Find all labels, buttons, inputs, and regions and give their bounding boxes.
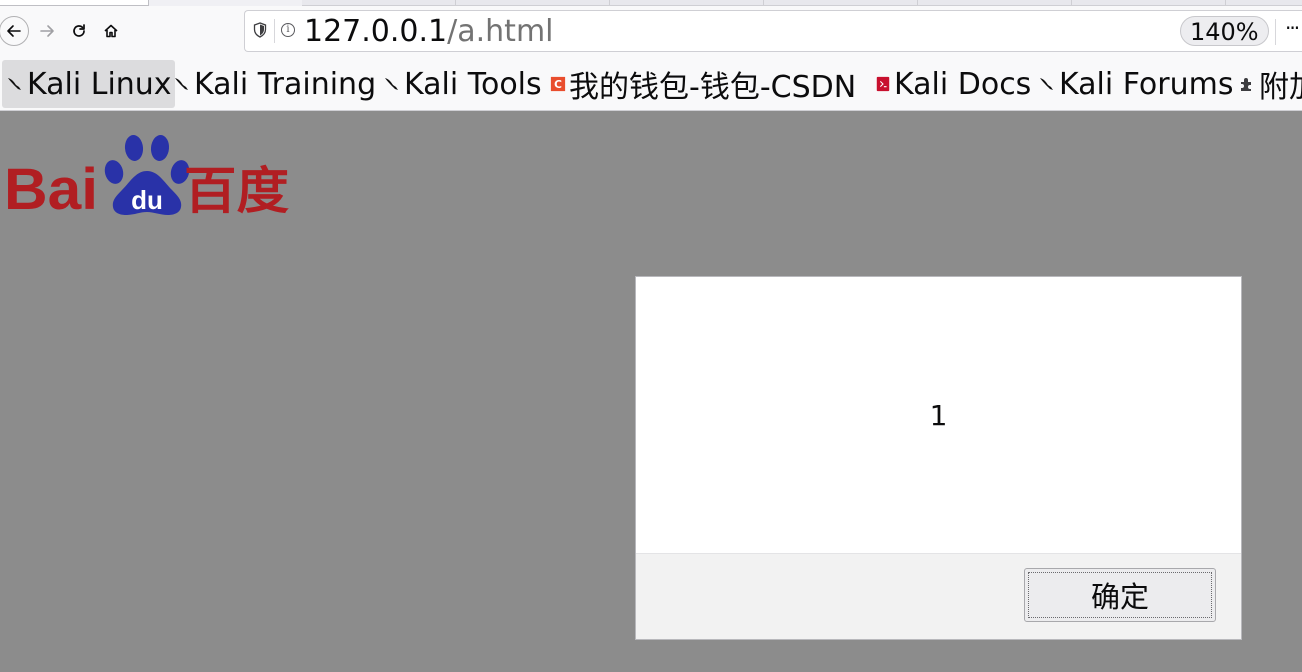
kali-dragon-icon bbox=[1040, 78, 1053, 90]
bookmark-kali-tools[interactable]: Kali Tools bbox=[383, 60, 542, 108]
zoom-level-button[interactable]: 140% bbox=[1180, 16, 1269, 46]
bookmark-kali-forums[interactable]: Kali Forums bbox=[1038, 60, 1233, 108]
reload-button[interactable] bbox=[64, 16, 94, 46]
tab-inactive-group[interactable] bbox=[302, 0, 1302, 6]
bookmark-label: Kali Tools bbox=[404, 66, 542, 102]
page-content: Bai du 百度 1 确定 bbox=[0, 111, 1302, 672]
logo-text-du: du bbox=[131, 185, 163, 215]
kali-dragon-icon bbox=[8, 78, 21, 90]
back-button[interactable] bbox=[0, 16, 29, 46]
forward-arrow-icon bbox=[40, 25, 54, 37]
ok-button[interactable]: 确定 bbox=[1024, 568, 1216, 622]
bookmark-label: Kali Docs bbox=[894, 66, 1032, 102]
csdn-icon: C bbox=[550, 76, 566, 92]
alert-dialog: 1 确定 bbox=[635, 276, 1242, 640]
logo-text-cn: 百度 bbox=[184, 162, 289, 216]
bookmarks-toolbar: Kali Linux Kali Training Kali Tools C 我的… bbox=[0, 58, 1302, 110]
url-path: /a.html bbox=[447, 14, 554, 49]
reload-icon bbox=[73, 24, 85, 37]
bookmark-label: 我的钱包-钱包-CSDN bbox=[569, 70, 857, 105]
back-arrow-icon bbox=[7, 25, 21, 37]
bookmark-label: Kali Training bbox=[194, 66, 377, 102]
kali-docs-icon bbox=[876, 76, 890, 92]
url-divider bbox=[274, 19, 275, 43]
bookmark-label: Kali Linux bbox=[27, 66, 172, 102]
page-actions-icon[interactable]: ··· bbox=[1285, 16, 1300, 40]
kali-dragon-icon bbox=[385, 78, 398, 90]
browser-chrome: i 127.0.0.1/a.html 140% ··· Kali Linux K… bbox=[0, 0, 1302, 111]
bookmark-kali-training[interactable]: Kali Training bbox=[173, 60, 376, 108]
bookmark-kali-linux[interactable]: Kali Linux bbox=[2, 60, 175, 108]
shield-icon[interactable] bbox=[253, 22, 267, 38]
alert-message: 1 bbox=[929, 398, 948, 432]
url-divider-right bbox=[1275, 19, 1276, 45]
tab-active[interactable] bbox=[0, 0, 149, 6]
forward-button[interactable] bbox=[32, 16, 62, 46]
logo-text-bai: Bai bbox=[4, 157, 98, 216]
bookmark-label: 附加 bbox=[1259, 70, 1302, 105]
svg-text:C: C bbox=[554, 78, 562, 91]
kali-dragon-icon bbox=[175, 78, 188, 90]
baidu-logo[interactable]: Bai du 百度 bbox=[4, 126, 290, 216]
puzzle-icon bbox=[1241, 78, 1251, 91]
home-icon bbox=[104, 24, 118, 38]
url-text[interactable]: 127.0.0.1/a.html bbox=[304, 14, 554, 50]
bookmark-label: Kali Forums bbox=[1059, 66, 1234, 102]
home-button[interactable] bbox=[96, 16, 126, 46]
alert-footer: 确定 bbox=[636, 553, 1241, 639]
url-host: 127.0.0.1 bbox=[304, 14, 448, 49]
url-bar[interactable]: i 127.0.0.1/a.html 140% ··· bbox=[244, 10, 1302, 52]
bookmark-kali-docs[interactable]: Kali Docs bbox=[875, 60, 1031, 108]
bookmark-addons[interactable]: 附加 bbox=[1238, 60, 1302, 108]
bookmark-csdn-wallet[interactable]: C 我的钱包-钱包-CSDN bbox=[550, 60, 856, 108]
site-info-icon[interactable]: i bbox=[281, 23, 295, 37]
